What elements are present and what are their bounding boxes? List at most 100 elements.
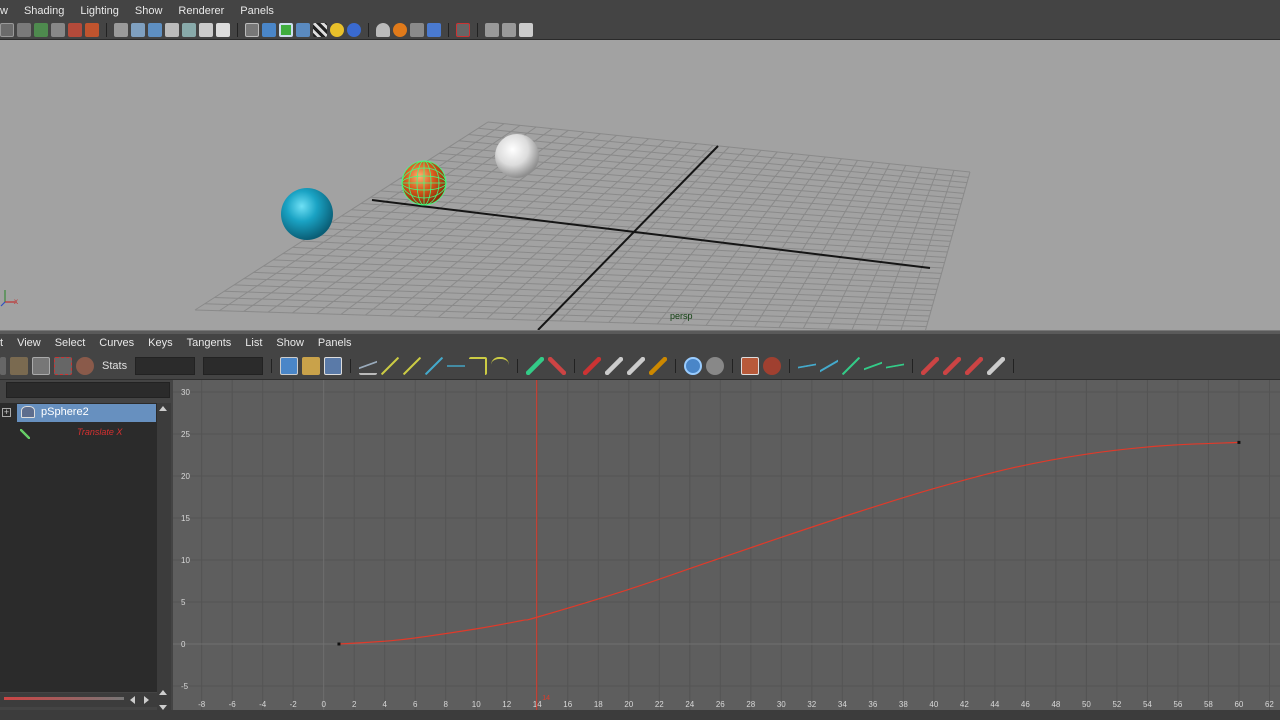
x-tick-label: 50	[1082, 700, 1091, 709]
unify-tangents-icon[interactable]	[548, 356, 567, 375]
graph-menu-list[interactable]: List	[238, 337, 269, 349]
break-tangents-icon[interactable]	[526, 356, 545, 375]
cycle-offset-icon[interactable]	[943, 356, 962, 375]
resolution-gate-icon[interactable]	[148, 23, 162, 37]
menu-lighting[interactable]: Lighting	[72, 5, 127, 17]
xray-icon[interactable]	[296, 23, 310, 37]
field-chart-icon[interactable]	[182, 23, 196, 37]
antialiasing-icon[interactable]	[427, 23, 441, 37]
move-key-tool-icon[interactable]	[0, 356, 6, 375]
outliner-item-object[interactable]: pSphere2	[17, 404, 156, 422]
sphere-selected[interactable]	[401, 160, 447, 206]
stats-frame-field[interactable]	[135, 356, 196, 375]
camera-attributes-icon[interactable]	[17, 23, 31, 37]
menu-view[interactable]: w	[0, 5, 16, 17]
motion-blur-icon[interactable]	[410, 23, 424, 37]
scroll-left-button-icon[interactable]	[130, 696, 135, 704]
snap-keys-icon[interactable]	[741, 356, 760, 375]
graph-menu-tangents[interactable]: Tangents	[180, 337, 239, 349]
menu-show[interactable]: Show	[127, 5, 171, 17]
key-stats-icon[interactable]	[627, 356, 646, 375]
insert-key-tool-icon[interactable]	[10, 356, 28, 375]
normalize-curves-icon[interactable]	[798, 356, 817, 375]
menu-renderer[interactable]: Renderer	[170, 5, 232, 17]
textured-icon[interactable]	[313, 23, 327, 37]
perspective-viewport[interactable]: x persp	[0, 40, 1280, 330]
select-camera-icon[interactable]	[0, 23, 14, 37]
graph-menu-panels[interactable]: Panels	[311, 337, 359, 349]
bookmark-icon[interactable]	[34, 23, 48, 37]
outliner-hscrollbar[interactable]	[0, 693, 157, 707]
scroll-right-button-icon[interactable]	[144, 696, 149, 704]
ui-elements-icon[interactable]	[519, 23, 533, 37]
xray-active-icon[interactable]	[502, 23, 516, 37]
scroll-up-arrow-icon[interactable]	[159, 406, 167, 411]
simplify-curve-icon[interactable]	[886, 356, 905, 375]
free-tangent-weight-icon[interactable]	[583, 356, 602, 375]
frame-all-icon[interactable]	[280, 356, 299, 375]
graph-menu-keys[interactable]: Keys	[141, 337, 179, 349]
screen-space-ao-icon[interactable]	[393, 23, 407, 37]
outliner-scrollbar[interactable]	[157, 403, 171, 710]
oscillate-icon[interactable]	[965, 356, 984, 375]
wireframe-icon[interactable]	[245, 23, 259, 37]
resample-icon[interactable]	[864, 356, 883, 375]
all-lights-icon[interactable]	[347, 23, 361, 37]
image-plane-icon[interactable]	[51, 23, 65, 37]
frame-playback-range-icon[interactable]	[302, 356, 321, 375]
graph-menu-edit[interactable]: t	[0, 337, 10, 349]
plateau-tangent-icon[interactable]	[491, 356, 510, 375]
show-infinity-icon[interactable]	[842, 356, 861, 375]
safe-action-icon[interactable]	[199, 23, 213, 37]
scroll-up-button-icon[interactable]	[159, 690, 167, 695]
linear-tangent-icon[interactable]	[425, 356, 444, 375]
film-gate-icon[interactable]	[131, 23, 145, 37]
isolate-select-icon[interactable]	[456, 23, 470, 37]
cycle-icon[interactable]	[921, 356, 940, 375]
graph-menu-curves[interactable]: Curves	[92, 337, 141, 349]
denormalize-curves-icon[interactable]	[820, 356, 839, 375]
x-tick-label: 0	[321, 700, 326, 709]
linear-infinity-icon[interactable]	[987, 356, 1006, 375]
graph-menu-view[interactable]: View	[10, 337, 48, 349]
center-current-time-icon[interactable]	[324, 356, 343, 375]
lock-tangent-weight-icon[interactable]	[605, 356, 624, 375]
magnet-snap-icon[interactable]	[763, 356, 782, 375]
graph-menu-select[interactable]: Select	[48, 337, 93, 349]
lattice-deform-icon[interactable]	[32, 356, 50, 375]
grid-icon[interactable]	[114, 23, 128, 37]
animation-curve	[338, 441, 1239, 645]
hscroll-thumb[interactable]	[4, 697, 124, 700]
buffer-curve-icon[interactable]	[649, 356, 668, 375]
clamped-tangent-icon[interactable]	[403, 356, 422, 375]
expand-toggle-icon[interactable]: +	[2, 408, 11, 417]
2d-pan-zoom-icon[interactable]	[68, 23, 82, 37]
stats-value-field[interactable]	[203, 356, 264, 375]
menu-shading[interactable]: Shading	[16, 5, 72, 17]
default-lighting-icon[interactable]	[330, 23, 344, 37]
graph-menu-show[interactable]: Show	[269, 337, 311, 349]
spline-tangent-icon[interactable]	[381, 356, 400, 375]
graph-editor-view[interactable]: 302520151050-5-8-6-4-2024681012141618202…	[173, 380, 1280, 710]
xray-joints-icon[interactable]	[485, 23, 499, 37]
outliner-list[interactable]: + pSphere2 Translate X	[0, 403, 157, 692]
smooth-shade-icon[interactable]	[262, 23, 276, 37]
region-tool-icon[interactable]	[54, 356, 72, 375]
flat-tangent-icon[interactable]	[447, 356, 466, 375]
post-infinity-cycle-icon[interactable]	[706, 356, 725, 375]
wireframe-on-shaded-icon[interactable]	[279, 23, 293, 37]
pre-infinity-cycle-icon[interactable]	[684, 356, 703, 375]
x-tick-label: -4	[259, 700, 267, 709]
grease-pencil-icon[interactable]	[85, 23, 99, 37]
outliner-filter-field[interactable]	[6, 382, 170, 398]
x-tick-label: 12	[502, 700, 511, 709]
auto-tangent-icon[interactable]	[359, 356, 378, 375]
x-tick-label: 62	[1265, 700, 1274, 709]
gate-mask-icon[interactable]	[165, 23, 179, 37]
shadows-icon[interactable]	[376, 23, 390, 37]
step-tangent-icon[interactable]	[469, 356, 488, 375]
menu-panels[interactable]: Panels	[232, 5, 282, 17]
retime-tool-icon[interactable]	[76, 356, 94, 375]
x-tick-label: -8	[198, 700, 206, 709]
safe-title-icon[interactable]	[216, 23, 230, 37]
